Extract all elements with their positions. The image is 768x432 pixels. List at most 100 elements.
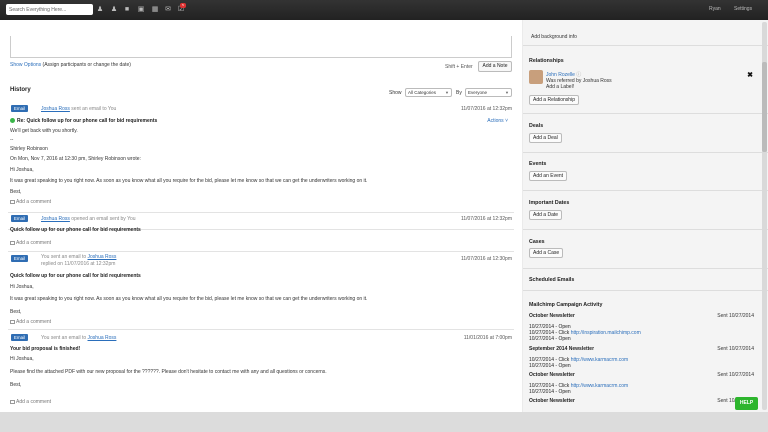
- add-comment-label: Add a comment: [16, 240, 52, 246]
- campaign-name: October Newsletter: [529, 372, 575, 378]
- settings-link[interactable]: Settings: [734, 6, 752, 12]
- entry-meta-text: opened an email sent by You: [71, 216, 136, 222]
- entry-body-line: --: [10, 137, 14, 143]
- add-relationship-button[interactable]: Add a Relationship: [529, 95, 579, 105]
- email-tag: Email: [11, 334, 28, 341]
- divider: [523, 152, 768, 153]
- entry-meta-text: You sent an email to: [41, 335, 87, 341]
- entry-subject[interactable]: Re: Quick follow up for our phone call f…: [10, 118, 157, 124]
- entry-subject[interactable]: Your bid proposal is finished!: [10, 346, 80, 352]
- add-date-button[interactable]: Add a Date: [529, 210, 563, 220]
- note-textarea[interactable]: [10, 36, 512, 58]
- events-heading: Events: [529, 161, 547, 167]
- add-label-link[interactable]: Add a Label!: [546, 84, 574, 90]
- history-entry: Email Joshua Ross opened an email sent b…: [8, 212, 514, 252]
- scheduled-emails-heading: Scheduled Emails: [529, 277, 575, 283]
- mailchimp-heading: Mailchimp Campaign Activity: [529, 302, 603, 308]
- add-comment-label: Add a comment: [16, 399, 52, 405]
- relationship-name[interactable]: John Rozelle ⓘ: [546, 71, 581, 78]
- shift-enter-hint: Shift + Enter: [445, 64, 473, 70]
- calendar-icon[interactable]: ▦: [151, 5, 159, 14]
- entry-meta: You sent an email to Joshua Ross: [41, 254, 116, 260]
- entry-body-line: Hi Joshua,: [10, 167, 34, 173]
- history-entry: Email You sent an email to Joshua Ross r…: [8, 253, 514, 330]
- campaign-sent-date: Sent 10/27/2014: [717, 313, 754, 319]
- user-filter-value: Everyone: [468, 90, 488, 95]
- campaign-activity: 10/27/2014 - Open: [529, 389, 571, 395]
- divider: [523, 190, 768, 191]
- add-comment-link[interactable]: Add a comment: [10, 240, 51, 246]
- entry-body-line: Hi Joshua,: [10, 284, 34, 290]
- add-deal-button[interactable]: Add a Deal: [529, 133, 562, 143]
- global-search-input[interactable]: Search Everything Here...: [6, 4, 93, 15]
- deals-heading: Deals: [529, 123, 544, 129]
- chevron-down-icon: ˅: [505, 118, 508, 124]
- case-icon[interactable]: ▣: [137, 5, 145, 14]
- comment-icon: [10, 400, 15, 404]
- add-case-button[interactable]: Add a Case: [529, 248, 564, 258]
- actions-label: Actions: [487, 118, 504, 124]
- campaign-activity: 10/27/2014 - Open: [529, 336, 571, 342]
- add-comment-label: Add a comment: [16, 319, 52, 325]
- history-heading: History: [10, 87, 31, 93]
- email-tag: Email: [11, 255, 28, 262]
- chevron-down-icon: ▼: [505, 90, 509, 95]
- person-icon[interactable]: ♟: [96, 5, 104, 14]
- entry-body-line: Hi Joshua,: [10, 356, 34, 362]
- divider: [523, 268, 768, 269]
- author-link[interactable]: Joshua Ross: [41, 216, 70, 222]
- entry-meta-text: sent an email to You: [71, 106, 117, 112]
- entry-date: 11/07/2016 at 12:30pm: [460, 256, 512, 262]
- actions-menu[interactable]: Actions ˅: [487, 118, 508, 124]
- help-button[interactable]: HELP: [735, 397, 758, 410]
- user-filter-select[interactable]: Everyone ▼: [465, 88, 512, 97]
- add-comment-link[interactable]: Add a comment: [10, 319, 51, 325]
- divider: [523, 290, 768, 291]
- category-filter-value: All Categories: [408, 90, 437, 95]
- add-background-link[interactable]: Add background info: [531, 34, 577, 40]
- entry-body-line: We'll get back with you shortly.: [10, 128, 78, 134]
- history-entry: Email Joshua Ross sent an email to You 1…: [8, 103, 514, 230]
- add-comment-link[interactable]: Add a comment: [10, 399, 51, 405]
- divider: [523, 113, 768, 114]
- building-icon[interactable]: ■: [123, 5, 131, 14]
- add-comment-link[interactable]: Add a comment: [10, 199, 51, 205]
- campaign-row: September 2014 Newsletter Sent 10/27/2014: [529, 346, 754, 352]
- people-icon[interactable]: ♟: [110, 5, 118, 14]
- entry-body-line: Best,: [10, 382, 22, 388]
- entry-body-line: Please find the attached PDF with our ne…: [10, 369, 327, 375]
- author-link[interactable]: Joshua Ross: [88, 335, 117, 341]
- category-filter-select[interactable]: All Categories ▼: [405, 88, 452, 97]
- entry-date: 11/07/2016 at 12:32pm: [460, 106, 512, 112]
- show-options-link[interactable]: Show Options: [10, 62, 41, 68]
- scrollbar-thumb[interactable]: [762, 62, 767, 152]
- show-filter-label: Show: [389, 90, 402, 96]
- entry-body-line: Best,: [10, 189, 22, 195]
- email-tag: Email: [11, 215, 28, 222]
- by-filter-label: By: [456, 90, 462, 96]
- page-scrollbar[interactable]: [762, 22, 767, 410]
- divider: [523, 45, 768, 46]
- campaign-row: October NewsletterSent 10/27/2014: [529, 398, 754, 404]
- relationships-heading: Relationships: [529, 58, 564, 64]
- important-dates-heading: Important Dates: [529, 200, 570, 206]
- campaign-name: September 2014 Newsletter: [529, 346, 595, 352]
- campaign-activity: 10/27/2014 - Open: [529, 363, 571, 369]
- author-link[interactable]: Joshua Ross: [88, 254, 117, 260]
- mail-icon[interactable]: ✉: [164, 5, 172, 14]
- chevron-down-icon: ▼: [445, 90, 449, 95]
- page-footer: [0, 412, 768, 432]
- entry-meta: You sent an email to Joshua Ross: [41, 335, 116, 341]
- comment-icon: [10, 320, 15, 324]
- campaign-sent-date: Sent 10/27/2014: [717, 346, 754, 352]
- user-menu[interactable]: Ryan: [709, 6, 721, 12]
- entry-meta: Joshua Ross opened an email sent by You: [41, 216, 136, 222]
- entry-subject[interactable]: Quick follow up for our phone call for b…: [10, 273, 141, 279]
- add-event-button[interactable]: Add an Event: [529, 171, 568, 181]
- entry-subject[interactable]: Quick follow up for our phone call for b…: [10, 227, 141, 233]
- add-note-button[interactable]: Add a Note: [478, 61, 512, 72]
- close-icon[interactable]: ✖: [747, 71, 753, 79]
- entry-body-line: It was great speaking to you right now. …: [10, 296, 368, 302]
- author-link[interactable]: Joshua Ross: [41, 106, 70, 112]
- entry-body-line: It was great speaking to you right now. …: [10, 178, 368, 184]
